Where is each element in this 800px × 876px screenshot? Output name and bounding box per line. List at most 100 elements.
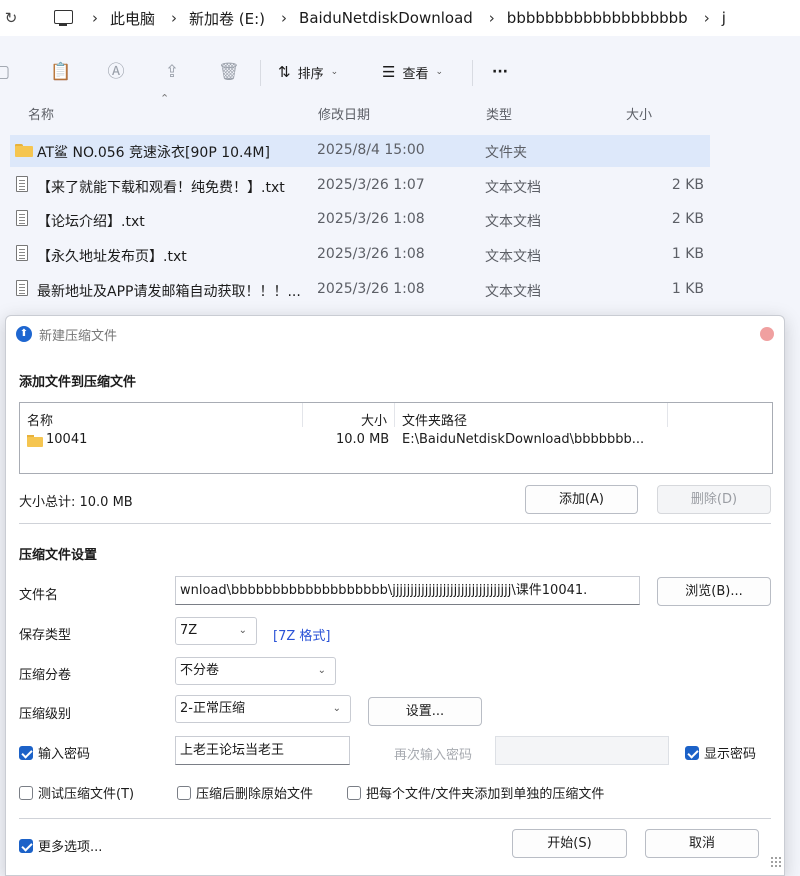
view-button[interactable]: ☰ 查看 ⌄ (382, 62, 443, 82)
reenter-password-label: 再次输入密码 (394, 748, 473, 763)
filename-input[interactable]: wnload\bbbbbbbbbbbbbbbbbbb\jjjjjjjjjjjjj… (175, 576, 640, 605)
bandizip-logo-icon: ⬆ (16, 326, 32, 342)
file-row[interactable]: 【永久地址发布页】.txt 2025/3/26 1:08 文本文档 1 KB (10, 239, 710, 271)
file-name: 【来了就能下载和观看！纯免费！】.txt (37, 179, 285, 196)
folder-icon (15, 144, 33, 157)
address-bar[interactable]: ↻ › 此电脑 › 新加卷 (E:) › BaiduNetdiskDownloa… (0, 0, 800, 36)
separate-archives-checkbox[interactable]: 把每个文件/文件夹添加到单独的压缩文件 (347, 783, 604, 802)
file-date: 2025/3/26 1:08 (317, 246, 425, 263)
column-divider (667, 403, 668, 427)
split-select[interactable]: 不分卷 ⌄ (175, 657, 336, 685)
level-value: 2-正常压缩 (180, 701, 245, 716)
breadcrumb-drive-e[interactable]: 新加卷 (E:) (189, 8, 265, 29)
toolbar-divider (472, 60, 473, 86)
file-type: 文件夹 (485, 145, 527, 161)
command-bar: ▢ 📋 Ⓐ ⇪ 🗑 ⇅ 排序 ⌄ ☰ 查看 ⌄ ··· (0, 48, 800, 96)
breadcrumb-separator-icon: › (703, 9, 710, 27)
password-input[interactable]: 上老王论坛当老王 (175, 736, 350, 765)
column-header-date[interactable]: 修改日期 (318, 104, 370, 123)
column-divider (394, 403, 395, 427)
show-password-checkbox[interactable]: 显示密码 (685, 743, 756, 762)
checkbox-checked-icon (685, 745, 699, 760)
separate-archives-label: 把每个文件/文件夹添加到单独的压缩文件 (366, 787, 605, 802)
archive-file-list[interactable]: 名称 大小 文件夹路径 10041 10.0 MB E:\BaiduNetdis… (19, 402, 773, 474)
dialog-title: 新建压缩文件 (39, 329, 118, 344)
password-checkbox[interactable]: 输入密码 (19, 743, 90, 762)
checkbox-unchecked-icon (347, 785, 361, 800)
refresh-icon[interactable]: ↻ (0, 9, 22, 27)
reenter-password-input[interactable] (495, 736, 669, 765)
sort-button[interactable]: ⇅ 排序 ⌄ (278, 62, 338, 82)
test-archive-label: 测试压缩文件(T) (38, 787, 135, 802)
delete-after-checkbox[interactable]: 压缩后删除原始文件 (177, 783, 313, 802)
split-label: 压缩分卷 (19, 668, 72, 683)
close-icon[interactable] (760, 327, 774, 341)
browse-button[interactable]: 浏览(B)... (657, 577, 771, 606)
text-file-icon (16, 210, 28, 227)
share-icon[interactable]: ⇪ (162, 62, 182, 82)
rename-icon[interactable]: Ⓐ (106, 62, 126, 82)
start-button[interactable]: 开始(S) (512, 829, 627, 858)
view-icon: ☰ (382, 63, 396, 81)
file-row[interactable]: 【来了就能下载和观看！纯免费！】.txt 2025/3/26 1:07 文本文档 2 … (10, 170, 710, 202)
file-type: 文本文档 (485, 249, 541, 266)
column-header-type[interactable]: 类型 (486, 104, 512, 123)
more-options-button[interactable]: ··· (492, 62, 508, 82)
save-type-value: 7Z (180, 623, 198, 638)
checkbox-checked-icon (19, 745, 33, 760)
delete-icon[interactable]: 🗑 (218, 62, 240, 82)
chevron-down-icon: ⌄ (332, 703, 341, 714)
dialog-title-bar[interactable]: ⬆ 新建压缩文件 (6, 316, 784, 350)
breadcrumb-separator-icon: › (92, 9, 98, 27)
file-row[interactable]: 【论坛介绍】.txt 2025/3/26 1:08 文本文档 2 KB (10, 204, 710, 236)
sort-ascending-icon: ⌃ (160, 92, 170, 105)
toolbar-divider (260, 60, 261, 86)
file-date: 2025/3/26 1:08 (317, 280, 425, 297)
breadcrumb-baidunetdisk[interactable]: BaiduNetdiskDownload (299, 9, 473, 27)
breadcrumb-separator-icon: › (488, 9, 495, 27)
chevron-down-icon: ⌄ (317, 665, 326, 676)
new-icon[interactable]: ▢ (0, 62, 12, 82)
column-header-size[interactable]: 大小 (626, 104, 652, 123)
more-icon: ··· (492, 64, 508, 80)
breadcrumb-separator-icon: › (281, 9, 288, 27)
checkbox-unchecked-icon (177, 785, 191, 800)
save-type-select[interactable]: 7Z ⌄ (175, 617, 257, 645)
file-size: 2 KB (671, 176, 704, 193)
new-archive-dialog: ⬆ 新建压缩文件 添加文件到压缩文件 名称 大小 文件夹路径 10041 10.… (5, 315, 785, 876)
file-size: 1 KB (671, 280, 704, 297)
text-file-icon (16, 279, 28, 296)
split-value: 不分卷 (180, 663, 220, 678)
paste-icon[interactable]: 📋 (50, 62, 71, 82)
file-type: 文本文档 (485, 283, 541, 300)
breadcrumb-bbbb-folder[interactable]: bbbbbbbbbbbbbbbbbbb (507, 9, 688, 27)
save-type-label: 保存类型 (19, 628, 72, 643)
chevron-down-icon: ⌄ (330, 67, 339, 77)
test-archive-checkbox[interactable]: 测试压缩文件(T) (19, 783, 134, 802)
level-select[interactable]: 2-正常压缩 ⌄ (175, 695, 351, 723)
delete-after-label: 压缩后删除原始文件 (196, 787, 314, 802)
format-link[interactable]: [7Z 格式] (273, 625, 330, 644)
column-header-name[interactable]: 名称 (28, 104, 54, 123)
total-size-label: 大小总计: 10.0 MB (19, 495, 133, 510)
filename-label: 文件名 (19, 588, 59, 603)
text-file-icon (16, 175, 28, 192)
settings-button[interactable]: 设置... (368, 697, 482, 726)
delete-button[interactable]: 删除(D) (657, 485, 771, 514)
computer-icon (50, 9, 76, 27)
cancel-button[interactable]: 取消 (645, 829, 759, 858)
breadcrumb-this-pc[interactable]: 此电脑 (110, 8, 155, 29)
add-button[interactable]: 添加(A) (525, 485, 638, 514)
file-name: AT鲨 NO.056 竞速泳衣[90P 10.4M] (37, 145, 270, 161)
level-label: 压缩级别 (19, 707, 72, 722)
list-header-name[interactable]: 名称 (27, 410, 53, 429)
file-row[interactable]: AT鲨 NO.056 竞速泳衣[90P 10.4M] 2025/8/4 15:00… (10, 135, 710, 167)
breadcrumb-j-folder[interactable]: j (722, 9, 726, 27)
folder-icon (27, 435, 43, 447)
file-type: 文本文档 (485, 179, 541, 196)
more-options-checkbox[interactable]: 更多选项... (19, 836, 102, 855)
file-row[interactable]: 最新地址及APP请发邮箱自动获取！！！... 2025/3/26 1:08 文本文档… (10, 274, 710, 306)
list-header-size[interactable]: 大小 (361, 410, 387, 429)
resize-grip-icon[interactable] (770, 856, 782, 868)
list-header-path[interactable]: 文件夹路径 (402, 410, 467, 429)
